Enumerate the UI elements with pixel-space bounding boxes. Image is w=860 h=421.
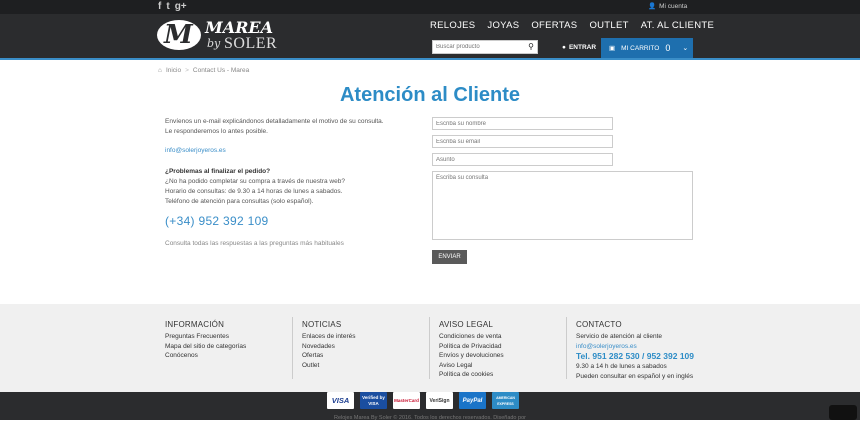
- my-account-label: Mi cuenta: [659, 2, 688, 10]
- footer-link[interactable]: Novedades: [302, 342, 432, 352]
- footer-divider: [292, 317, 293, 379]
- problems-text: ¿Problemas al finalizar el pedido? ¿No h…: [165, 167, 405, 207]
- breadcrumb: ⌂ Inicio > Contact Us - Marea: [158, 67, 249, 74]
- page-title: Atención al Cliente: [339, 84, 521, 106]
- user-icon: ●: [562, 44, 566, 51]
- login-link[interactable]: ● ENTRAR: [562, 44, 596, 51]
- message-field[interactable]: [432, 171, 693, 240]
- footer-news: NOTICIAS Enlaces de interés Novedades Of…: [302, 320, 432, 370]
- contact-info: Envíenos un e-mail explicándonos detalla…: [165, 117, 405, 216]
- logo-company: SOLER: [224, 35, 278, 52]
- search-box: ⚲: [432, 40, 538, 54]
- problems-line-1: ¿No ha podido completar su compra a trav…: [165, 178, 345, 185]
- search-input[interactable]: [433, 41, 523, 53]
- intro-line-2: Le responderemos lo antes posible.: [165, 128, 268, 135]
- problems-title: ¿Problemas al finalizar el pedido?: [165, 168, 271, 175]
- footer-link[interactable]: Política de Privacidad: [439, 342, 569, 352]
- send-button[interactable]: ENVIAR: [432, 250, 467, 264]
- site-header: M MAREA by SOLER RELOJES JOYAS OFERTAS O…: [0, 14, 860, 60]
- basket-icon: ▣: [609, 45, 616, 52]
- nav-relojes[interactable]: RELOJES: [430, 20, 475, 31]
- email-field[interactable]: [432, 135, 613, 148]
- footer-link[interactable]: Envíos y devoluciones: [439, 351, 569, 361]
- chat-widget-icon[interactable]: [829, 405, 857, 420]
- footer-email-link[interactable]: info@solerjoyeros.es: [576, 342, 726, 352]
- site-footer: INFORMACIÓN Preguntas Frecuentes Mapa de…: [0, 304, 860, 392]
- problems-line-3: Teléfono de atención para consultas (sol…: [165, 198, 314, 205]
- cart-button[interactable]: ▣ MI CARRITO 0 ⌄: [601, 38, 693, 58]
- nav-outlet[interactable]: OUTLET: [589, 20, 628, 31]
- twitter-icon[interactable]: t: [166, 1, 169, 13]
- footer-link[interactable]: Enlaces de interés: [302, 332, 432, 342]
- logo-monogram: M: [164, 20, 193, 50]
- my-account-link[interactable]: 👤 Mi cuenta: [648, 2, 688, 11]
- footer-link[interactable]: Política de cookies: [439, 370, 569, 380]
- cart-label: MI CARRITO: [621, 44, 660, 52]
- american-express-logo: AMERICAN EXPRESS: [492, 392, 519, 409]
- footer-link[interactable]: Aviso Legal: [439, 361, 569, 371]
- nav-joyas[interactable]: JOYAS: [487, 20, 519, 31]
- footer-phone: Tel. 951 282 530 / 952 392 109: [576, 351, 694, 362]
- chevron-down-icon: ⌄: [682, 45, 689, 52]
- verified-by-visa-logo: Verified by VISA: [360, 392, 387, 409]
- footer-legal: AVISO LEGAL Condiciones de venta Polític…: [439, 320, 569, 380]
- footer-info: INFORMACIÓN Preguntas Frecuentes Mapa de…: [165, 320, 295, 361]
- search-icon[interactable]: ⚲: [528, 42, 534, 51]
- home-icon[interactable]: ⌂: [158, 67, 162, 74]
- contact-form: [432, 117, 694, 240]
- footer-divider: [429, 317, 430, 379]
- intro-text: Envíenos un e-mail explicándonos detalla…: [165, 117, 405, 137]
- contact-email-link[interactable]: info@solerjoyeros.es: [165, 146, 405, 156]
- mastercard-logo: MasterCard: [393, 392, 420, 409]
- footer-link[interactable]: Mapa del sitio de categorías: [165, 342, 295, 352]
- footer-contact-title: CONTACTO: [576, 320, 622, 329]
- footer-contact-line: Servicio de atención al cliente: [576, 333, 662, 340]
- footer-link[interactable]: Condiciones de venta: [439, 332, 569, 342]
- social-links: f t g+: [158, 1, 187, 13]
- faq-link[interactable]: Consulta todas las respuestas a las preg…: [165, 240, 344, 247]
- google-plus-icon[interactable]: g+: [175, 1, 187, 13]
- facebook-icon[interactable]: f: [158, 1, 161, 13]
- main-navigation: RELOJES JOYAS OFERTAS OUTLET AT. AL CLIE…: [430, 20, 714, 31]
- nav-atencion-cliente[interactable]: AT. AL CLIENTE: [641, 20, 714, 31]
- marea-by-soler-logo[interactable]: M MAREA by SOLER: [157, 18, 292, 58]
- footer-link[interactable]: Preguntas Frecuentes: [165, 332, 295, 342]
- cart-count: 0: [665, 43, 671, 53]
- footer-link[interactable]: Conócenos: [165, 351, 295, 361]
- subject-field[interactable]: [432, 153, 613, 166]
- footer-hours: 9.30 a 14 h de lunes a sabados: [576, 363, 667, 371]
- visa-logo: VISA: [327, 392, 354, 409]
- top-bar: f t g+ 👤 Mi cuenta: [0, 0, 860, 14]
- footer-languages: Pueden consultar en español y en inglés: [576, 372, 694, 380]
- footer-info-title: INFORMACIÓN: [165, 320, 225, 329]
- logo-by: by: [207, 37, 221, 50]
- footer-divider: [566, 317, 567, 379]
- nav-ofertas[interactable]: OFERTAS: [531, 20, 577, 31]
- user-icon: 👤: [648, 3, 657, 10]
- footer-link[interactable]: Ofertas: [302, 351, 432, 361]
- breadcrumb-separator: >: [185, 67, 189, 74]
- footer-news-title: NOTICIAS: [302, 320, 342, 329]
- login-label: ENTRAR: [568, 44, 597, 51]
- support-phone[interactable]: (+34) 952 392 109: [165, 214, 269, 228]
- intro-line-1: Envíenos un e-mail explicándonos detalla…: [165, 118, 384, 125]
- footer-legal-title: AVISO LEGAL: [439, 320, 494, 329]
- breadcrumb-home[interactable]: Inicio: [166, 67, 181, 74]
- copyright-text: Relojes Marea By Soler © 2016. Todos los…: [334, 415, 526, 421]
- payment-logos: VISA Verified by VISA MasterCard VeriSig…: [327, 392, 519, 409]
- breadcrumb-current: Contact Us - Marea: [192, 67, 250, 74]
- paypal-logo: PayPal: [459, 392, 486, 409]
- footer-contact: CONTACTO Servicio de atención al cliente…: [576, 320, 726, 381]
- footer-link[interactable]: Outlet: [302, 361, 432, 371]
- problems-line-2: Horario de consultas: de 9.30 a 14 horas…: [165, 188, 343, 195]
- verisign-logo: VeriSign: [426, 392, 453, 409]
- name-field[interactable]: [432, 117, 613, 130]
